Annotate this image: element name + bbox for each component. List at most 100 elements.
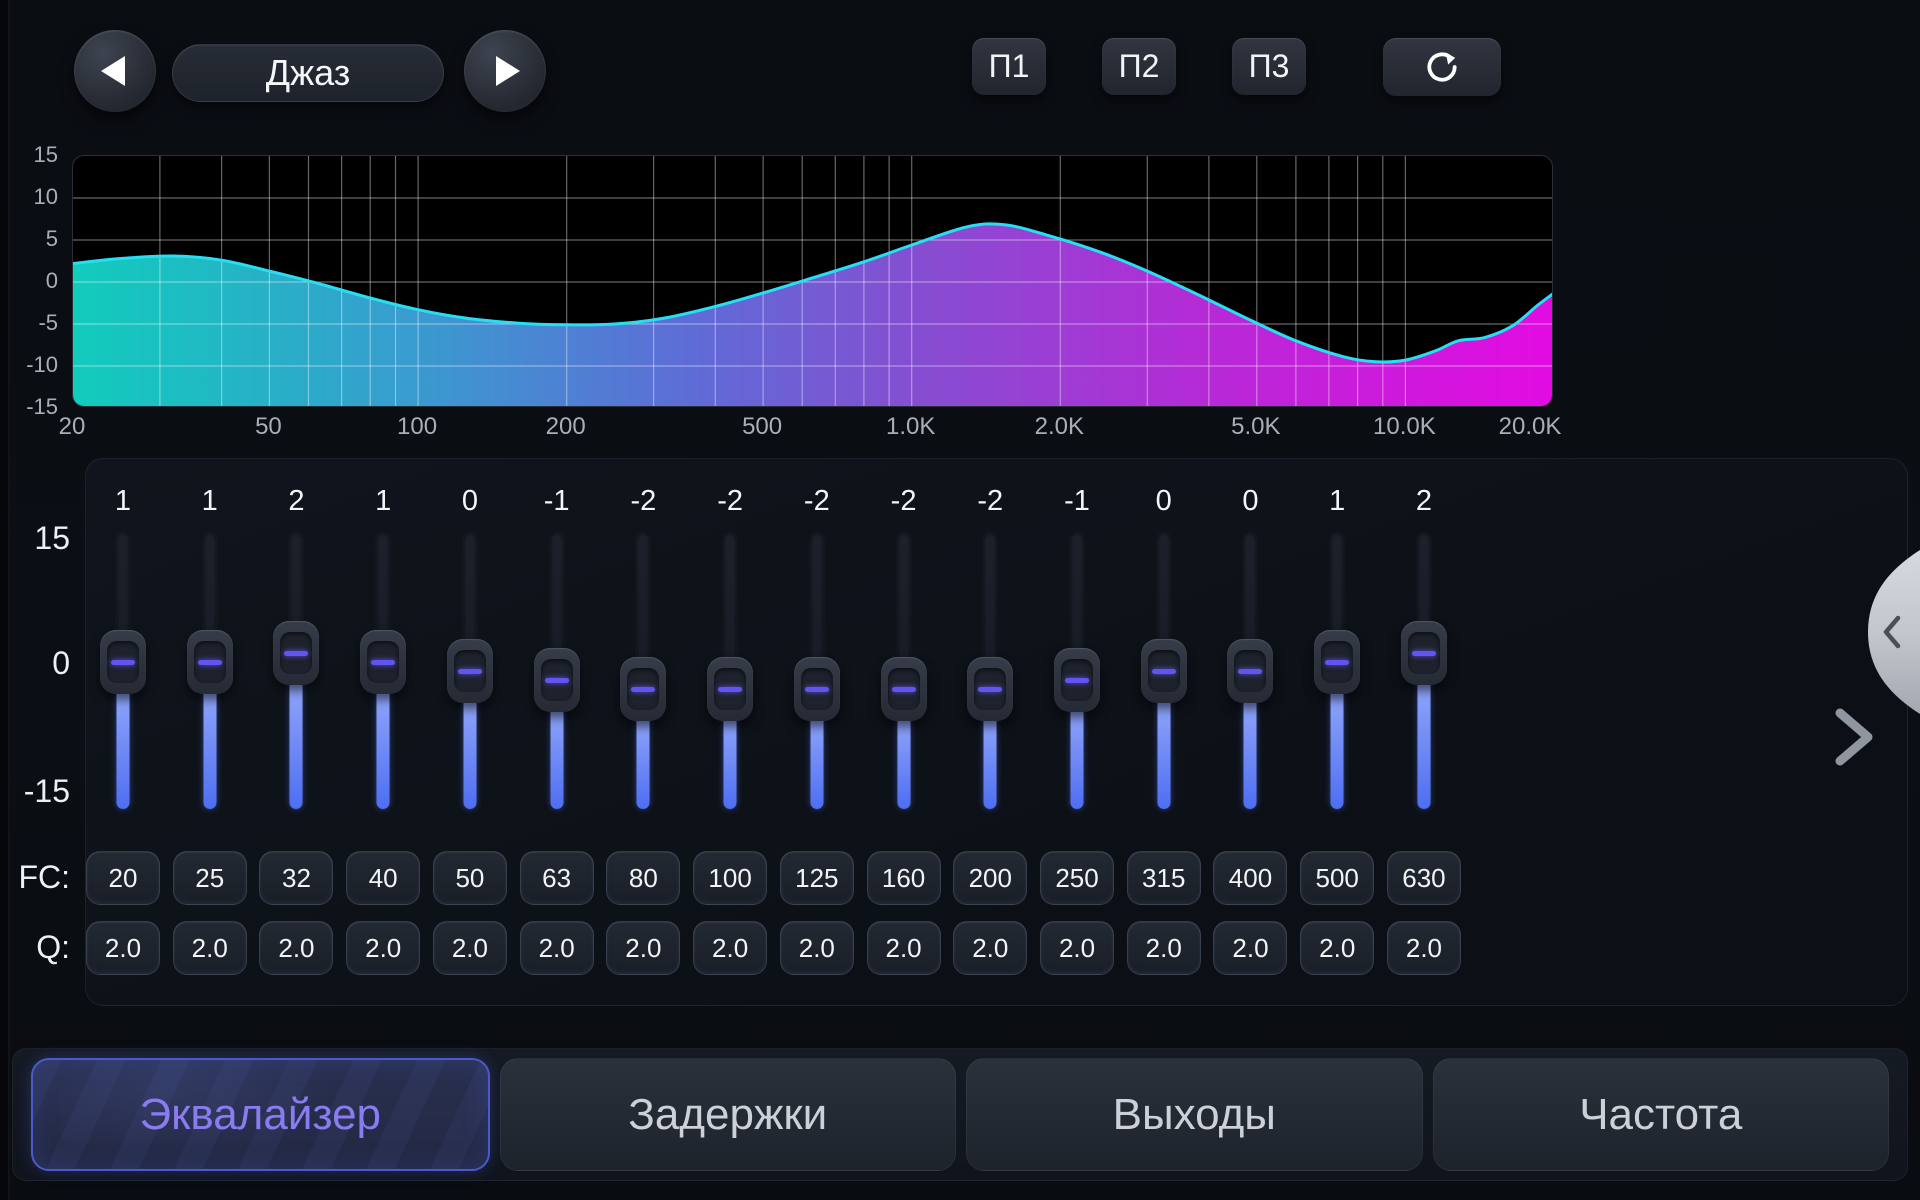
band-q-button[interactable]: 2.0 — [1387, 921, 1461, 975]
band-q-button[interactable]: 2.0 — [433, 921, 507, 975]
tab-equalizer[interactable]: Эквалайзер — [31, 1058, 490, 1171]
band-slider-thumb[interactable] — [881, 657, 927, 721]
band-slider-thumb[interactable] — [1314, 630, 1360, 694]
band-slider-thumb[interactable] — [534, 648, 580, 712]
tab-frequency[interactable]: Частота — [1433, 1058, 1890, 1171]
band-fc-button[interactable]: 125 — [780, 851, 854, 905]
band-q-button[interactable]: 2.0 — [1127, 921, 1201, 975]
reset-button[interactable] — [1383, 38, 1501, 96]
eq-band-100: -21002.0 — [687, 459, 773, 1007]
band-slider-thumb[interactable] — [1227, 639, 1273, 703]
band-slider-thumb[interactable] — [360, 630, 406, 694]
band-slider-fill — [1071, 702, 1084, 809]
thumb-dash-icon — [371, 660, 395, 665]
band-fc-button[interactable]: 32 — [259, 851, 333, 905]
frequency-response-graph — [72, 155, 1553, 407]
tab-outputs[interactable]: Выходы — [966, 1058, 1423, 1171]
band-gain-value: 1 — [167, 485, 253, 518]
band-gain-value: 2 — [1381, 485, 1467, 518]
band-slider-thumb[interactable] — [273, 621, 319, 685]
q-row-label: Q: — [4, 928, 70, 966]
screen-bezel — [0, 0, 10, 1200]
band-q-button[interactable]: 2.0 — [259, 921, 333, 975]
band-q-button[interactable]: 2.0 — [953, 921, 1027, 975]
band-slider-thumb[interactable] — [620, 657, 666, 721]
thumb-inner — [801, 668, 833, 710]
band-fc-button[interactable]: 400 — [1213, 851, 1287, 905]
band-q-button[interactable]: 2.0 — [520, 921, 594, 975]
refresh-icon — [1423, 48, 1461, 86]
band-q-button[interactable]: 2.0 — [780, 921, 854, 975]
band-gain-value: -1 — [514, 485, 600, 518]
thumb-inner — [541, 659, 573, 701]
band-fc-button[interactable]: 200 — [953, 851, 1027, 905]
band-slider-thumb[interactable] — [707, 657, 753, 721]
band-fc-button[interactable]: 80 — [606, 851, 680, 905]
band-slider-thumb[interactable] — [447, 639, 493, 703]
band-q-button[interactable]: 2.0 — [173, 921, 247, 975]
band-q-button[interactable]: 2.0 — [346, 921, 420, 975]
band-fc-button[interactable]: 630 — [1387, 851, 1461, 905]
band-slider-thumb[interactable] — [187, 630, 233, 694]
memory-button-2[interactable]: П2 — [1102, 38, 1176, 95]
memory-buttons: П1 П2 П3 — [972, 38, 1306, 95]
left-triangle-icon — [101, 56, 125, 86]
eq-band-20: 1202.0 — [80, 459, 166, 1007]
band-q-button[interactable]: 2.0 — [606, 921, 680, 975]
band-q-button[interactable]: 2.0 — [1213, 921, 1287, 975]
x-axis-label: 1.0K — [886, 414, 935, 440]
eq-band-80: -2802.0 — [600, 459, 686, 1007]
preset-name-display[interactable]: Джаз — [172, 44, 444, 102]
x-axis-label: 500 — [742, 414, 782, 440]
preset-next-button[interactable] — [464, 30, 546, 112]
band-fc-button[interactable]: 250 — [1040, 851, 1114, 905]
thumb-dash-icon — [1325, 660, 1349, 665]
thumb-inner — [194, 641, 226, 683]
x-axis-label: 2.0K — [1035, 414, 1084, 440]
band-fc-button[interactable]: 160 — [867, 851, 941, 905]
thumb-inner — [1408, 632, 1440, 674]
band-fc-button[interactable]: 25 — [173, 851, 247, 905]
band-slider-fill — [463, 693, 476, 809]
y-axis-label: 10 — [0, 184, 58, 210]
thumb-dash-icon — [1238, 669, 1262, 674]
band-gain-value: 0 — [1121, 485, 1207, 518]
band-fc-button[interactable]: 100 — [693, 851, 767, 905]
eq-band-315: 0 315 2.0 — [1121, 459, 1207, 1007]
band-fc-button[interactable]: 315 — [1127, 851, 1201, 905]
band-fc-button[interactable]: 500 — [1300, 851, 1374, 905]
band-gain-value: 2 — [253, 485, 339, 518]
band-q-button[interactable]: 2.0 — [1040, 921, 1114, 975]
memory-button-1[interactable]: П1 — [972, 38, 1046, 95]
band-gain-value: -1 — [1034, 485, 1120, 518]
band-slider-fill — [117, 684, 130, 809]
band-slider-thumb[interactable] — [1401, 621, 1447, 685]
x-axis-label: 20 — [59, 414, 86, 440]
band-fc-button[interactable]: 50 — [433, 851, 507, 905]
preset-prev-button[interactable] — [74, 30, 156, 112]
memory-button-3[interactable]: П3 — [1232, 38, 1306, 95]
band-slider-thumb[interactable] — [1054, 648, 1100, 712]
band-slider-thumb[interactable] — [967, 657, 1013, 721]
drawer-handle[interactable] — [1858, 548, 1920, 716]
y-axis-label: -10 — [0, 352, 58, 378]
thumb-dash-icon — [1412, 651, 1436, 656]
band-q-button[interactable]: 2.0 — [86, 921, 160, 975]
band-q-button[interactable]: 2.0 — [693, 921, 767, 975]
band-q-button[interactable]: 2.0 — [867, 921, 941, 975]
band-fc-button[interactable]: 20 — [86, 851, 160, 905]
eq-band-63: -1 63 2.0 — [514, 459, 600, 1007]
tab-delays[interactable]: Задержки — [500, 1058, 957, 1171]
band-slider-thumb[interactable] — [100, 630, 146, 694]
eq-band-25: 1 25 2.0 — [167, 459, 253, 1007]
band-slider-fill — [1244, 693, 1257, 809]
band-fc-button[interactable]: 40 — [346, 851, 420, 905]
band-q-button[interactable]: 2.0 — [1300, 921, 1374, 975]
band-gain-value: -2 — [947, 485, 1033, 518]
band-fc-button[interactable]: 63 — [520, 851, 594, 905]
x-axis-label: 20.0K — [1499, 414, 1562, 440]
thumb-inner — [280, 632, 312, 674]
band-gain-value: -2 — [774, 485, 860, 518]
band-slider-thumb[interactable] — [1141, 639, 1187, 703]
band-slider-thumb[interactable] — [794, 657, 840, 721]
